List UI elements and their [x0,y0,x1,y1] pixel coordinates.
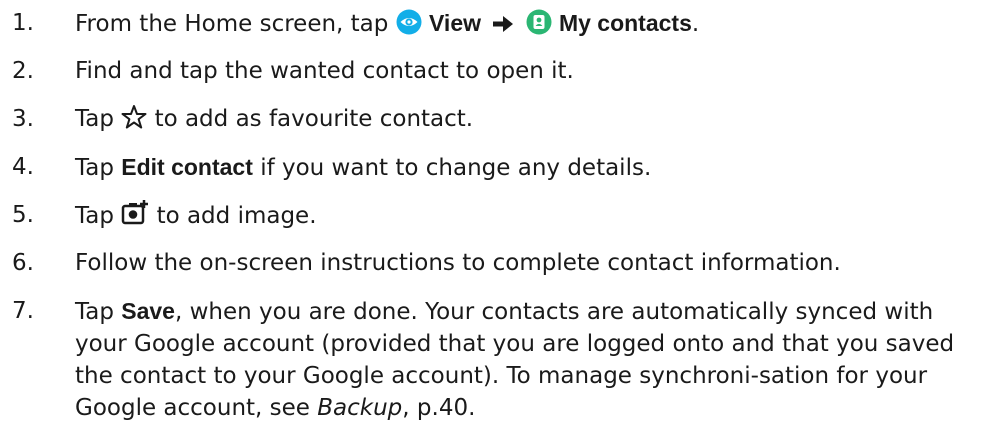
step-number: 1. [12,10,34,36]
step-text: Tap to add as favourite contact. [75,103,975,139]
contact-card-icon [526,9,552,44]
step-number: 3. [12,106,34,132]
step-4-post: if you want to change any details. [260,155,652,181]
step-7-pre: Tap [75,299,114,325]
eye-icon [396,9,422,44]
step-number: 5. [12,202,34,228]
save-label: Save [121,298,175,324]
step-text: Tap Save, when you are done. Your contac… [75,295,975,424]
edit-contact-label: Edit contact [121,154,253,180]
step-number: 4. [12,154,34,180]
step-text: Find and tap the wanted contact to open … [75,58,574,84]
step-number: 2. [12,58,34,84]
step-1-end: . [691,11,700,37]
step-5-post: to add image. [156,203,317,229]
step-7-post: , when you are done. Your contacts are a… [75,299,955,421]
view-label: View [429,10,481,36]
instruction-list: 1. From the Home screen, tap View My con… [0,0,995,421]
step-number: 7. [12,298,34,324]
step-number: 6. [12,250,34,276]
step-7-end: , p.40. [402,395,476,421]
arrow-right-icon [492,11,514,43]
backup-reference: Backup [317,395,403,421]
step-4-pre: Tap [75,155,114,181]
star-outline-icon [121,104,147,139]
step-1-pre: From the Home screen, tap [75,11,389,37]
step-text: Tap to add image. [75,199,975,236]
step-text: From the Home screen, tap View My contac… [75,7,975,44]
step-5-pre: Tap [75,203,114,229]
step-text: Follow the on-screen instructions to com… [75,250,841,276]
step-text: Tap Edit contact if you want to change a… [75,151,975,184]
add-photo-icon [121,199,149,236]
step-3-pre: Tap [75,106,114,132]
my-contacts-label: My contacts [558,10,692,36]
step-3-post: to add as favourite contact. [154,106,474,132]
